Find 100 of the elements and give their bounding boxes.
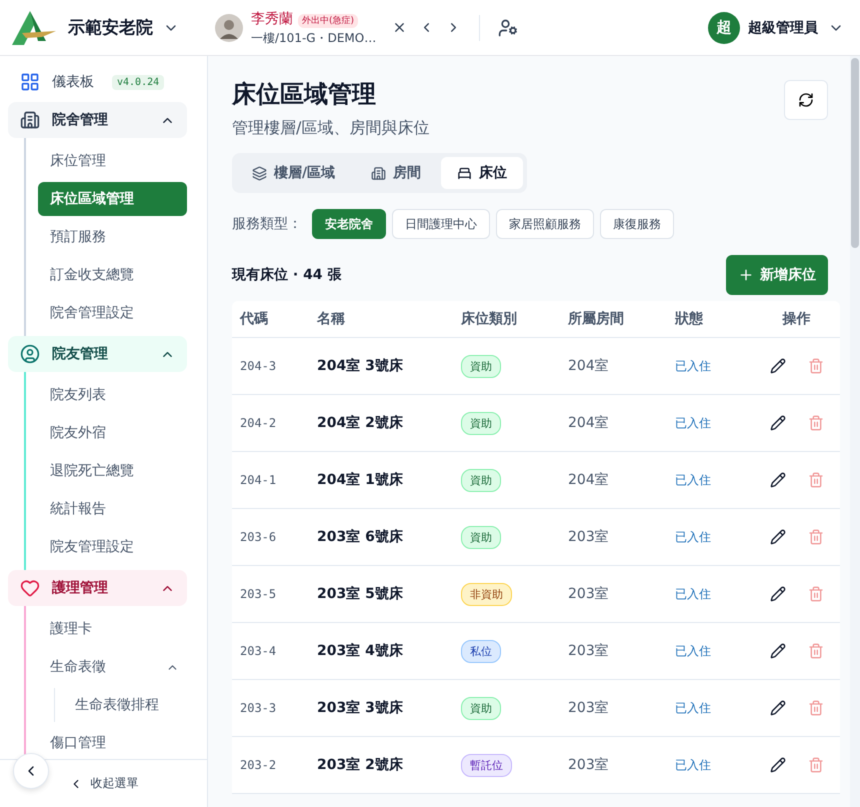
nav-item[interactable]: 儀表板 (52, 73, 94, 91)
edit-icon[interactable] (768, 527, 788, 547)
tab[interactable]: 床位 (441, 157, 524, 189)
service-type-chip[interactable]: 家居照顧服務 (496, 209, 594, 239)
org-name: 示範安老院 (68, 17, 153, 39)
category-tag: 資助 (461, 526, 501, 548)
edit-icon[interactable] (768, 356, 788, 376)
column-header: 代碼 (240, 310, 269, 328)
status-text: 已入住 (675, 528, 712, 546)
tab[interactable]: 房間 (355, 157, 438, 189)
table-cell-text: 204室 3號床 (317, 357, 404, 375)
table-cell-text: 203室 (568, 756, 610, 774)
table-cell-text: 203室 6號床 (317, 528, 404, 546)
table-cell-text: 204-2 (240, 416, 278, 430)
nav-item[interactable]: 生命表徵排程 (63, 688, 187, 722)
nav-group[interactable]: 院舍管理 (8, 102, 187, 138)
scrollbar[interactable] (850, 56, 860, 807)
nav-item[interactable]: 訂金收支總覽 (38, 258, 187, 292)
refresh-button[interactable] (784, 80, 828, 120)
nav-item[interactable]: 床位區域管理 (38, 182, 187, 216)
table-cell-text: 203-3 (240, 701, 278, 715)
add-bed-button[interactable]: 新增床位 (726, 255, 828, 295)
logo-icon (12, 10, 58, 44)
heart-icon (20, 578, 40, 598)
column-header: 床位類別 (461, 310, 518, 328)
status-text: 已入住 (675, 358, 712, 374)
table-cell-text: 204室 1號床 (317, 471, 404, 489)
plus-icon (738, 267, 754, 283)
page-subtitle: 管理樓層/區域、房間與床位 (232, 118, 430, 139)
tab[interactable]: 樓層/區域 (236, 157, 352, 189)
table-cell-text: 203室 5號床 (317, 585, 404, 603)
nav-item[interactable]: 生命表徵 (38, 650, 106, 684)
service-type-chip[interactable]: 日間護理中心 (392, 209, 490, 239)
category-tag: 資助 (461, 354, 501, 378)
dashboard-icon (20, 72, 40, 92)
category-tag: 暫託位 (461, 754, 512, 776)
user-name: 超級管理員 (748, 18, 818, 36)
table-cell-text: 204室 (568, 471, 610, 489)
bed-icon (457, 166, 472, 180)
table-cell-text: 203-4 (240, 644, 278, 658)
status-text: 已入住 (675, 700, 712, 716)
status-badge: 外出中(急症) (298, 14, 358, 28)
table-cell-text: 204-3 (240, 359, 278, 373)
avatar-icon (215, 14, 243, 42)
nav-group[interactable]: 護理管理 (8, 570, 187, 606)
nav-item[interactable]: 院友列表 (38, 378, 187, 412)
table-cell-text: 204室 (568, 357, 610, 375)
edit-icon[interactable] (768, 755, 788, 775)
building-icon (20, 110, 40, 130)
table-cell-text: 203室 (568, 528, 610, 546)
nav-item[interactable]: 統計報告 (38, 492, 187, 526)
edit-icon[interactable] (768, 413, 788, 433)
service-type-chip[interactable]: 安老院舍 (312, 209, 386, 239)
bed-count: 現有床位 · 44 張 (232, 266, 342, 284)
table-cell-text: 203室 (568, 585, 610, 603)
table-cell-text: 203室 (568, 642, 610, 660)
table-cell-text: 204-1 (240, 473, 278, 487)
layers-icon (252, 166, 267, 180)
category-tag: 資助 (461, 412, 501, 434)
service-type-chip[interactable]: 康復服務 (600, 209, 674, 239)
page-title: 床位區域管理 (232, 79, 377, 110)
user-avatar[interactable]: 超 (708, 12, 740, 44)
resident-name: 李秀蘭 (251, 11, 293, 27)
category-tag: 資助 (461, 696, 501, 720)
nav-group[interactable]: 院友管理 (8, 336, 187, 372)
building-icon (371, 166, 386, 180)
column-header: 所屬房間 (568, 310, 625, 328)
nav-item[interactable]: 退院死亡總覽 (38, 454, 187, 488)
table-cell-text: 203室 (568, 699, 610, 717)
edit-icon[interactable] (768, 470, 788, 490)
table-cell-text: 203-2 (240, 758, 278, 772)
nav-item[interactable]: 床位管理 (38, 144, 187, 178)
edit-icon[interactable] (768, 641, 788, 661)
nav-item[interactable]: 預訂服務 (38, 220, 187, 254)
nav-item[interactable]: 院舍管理設定 (38, 296, 187, 330)
status-text: 已入住 (675, 414, 712, 432)
table-cell-text: 203室 2號床 (317, 756, 404, 774)
nav-item[interactable]: 護理卡 (38, 612, 187, 646)
status-text: 已入住 (675, 472, 712, 488)
edit-icon[interactable] (768, 698, 788, 718)
resident-location: 一樓/101-G・DEMO… (251, 30, 376, 47)
table-cell-text: 203-6 (240, 530, 278, 544)
refresh-icon (798, 92, 814, 108)
category-tag: 非資助 (461, 582, 512, 606)
column-header: 名稱 (317, 310, 346, 328)
status-text: 已入住 (675, 756, 712, 774)
column-header: 操作 (781, 310, 812, 328)
table-cell-text: 203室 4號床 (317, 642, 404, 660)
version-badge: v4.0.24 (112, 74, 164, 90)
nav-item[interactable]: 院友管理設定 (38, 530, 187, 564)
status-text: 已入住 (675, 642, 712, 660)
table-cell-text: 204室 (568, 414, 610, 432)
category-tag: 資助 (461, 468, 501, 492)
nav-item[interactable]: 院友外宿 (38, 416, 187, 450)
column-header: 狀態 (675, 310, 704, 328)
table-cell-text: 203-5 (240, 587, 278, 601)
user-circle-icon (20, 344, 40, 364)
edit-icon[interactable] (768, 584, 788, 604)
collapse-menu-link[interactable]: 收起選單 (90, 775, 138, 792)
nav-item[interactable]: 傷口管理 (38, 726, 187, 759)
